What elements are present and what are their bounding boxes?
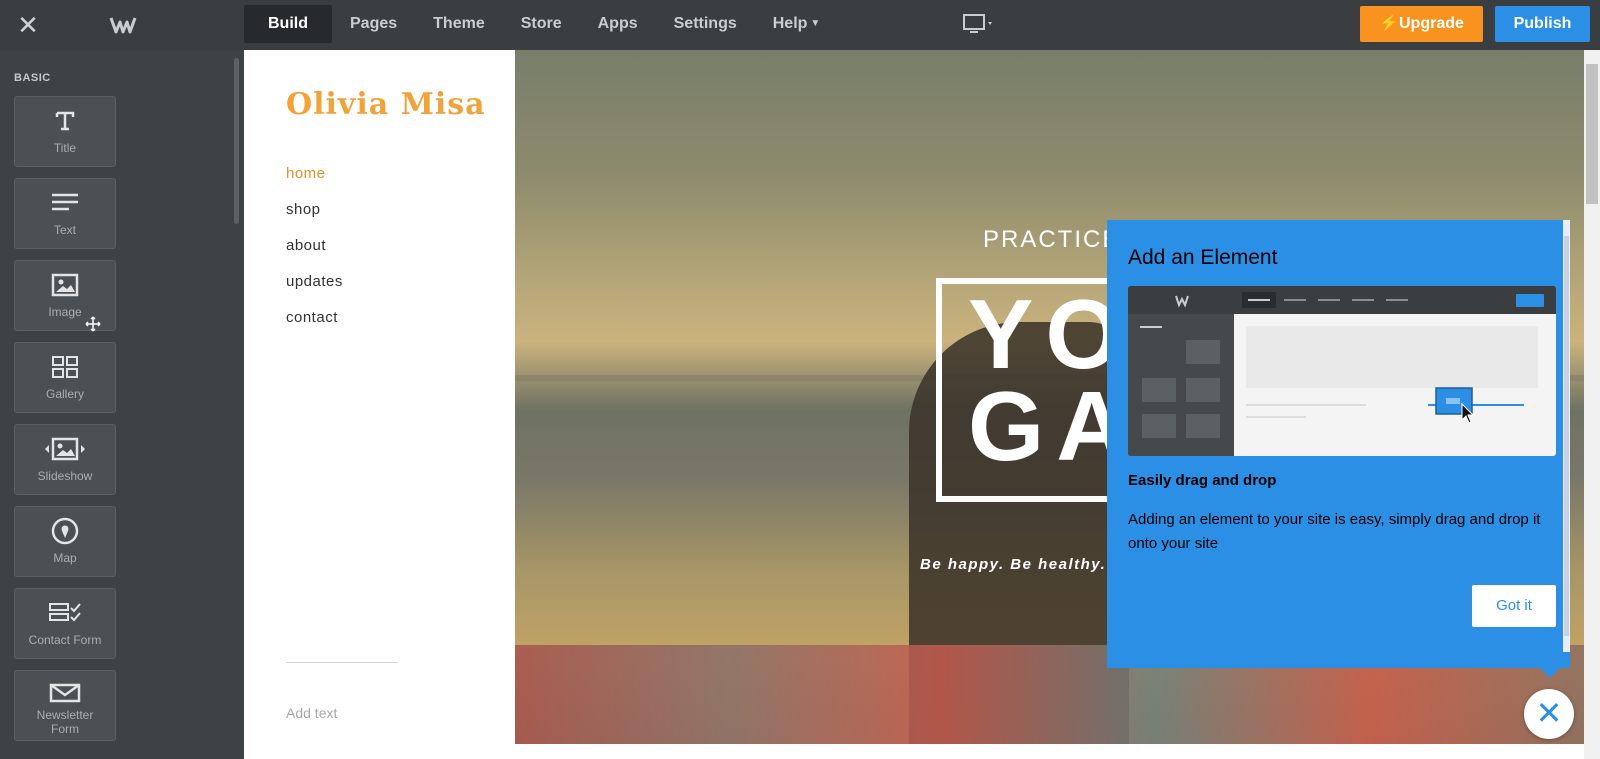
tab-pages[interactable]: Pages [332,5,415,43]
element-text[interactable]: Text [14,178,116,249]
page-scrollbar-thumb[interactable] [1586,64,1598,204]
text-lines-icon [52,193,78,211]
element-label: Map [53,551,77,565]
tab-apps[interactable]: Apps [580,5,656,43]
site-nav-home[interactable]: home [286,165,343,201]
close-popover-icon[interactable]: ✕ [1524,689,1574,739]
element-contact-form[interactable]: Contact Form [14,588,116,659]
main-nav: Build Pages Theme Store Apps Settings He… [244,5,838,43]
element-slideshow[interactable]: Slideshow [14,424,116,495]
element-newsletter-form[interactable]: Newsletter Form [14,670,116,741]
newsletter-envelope-icon [49,683,81,703]
map-pin-icon [51,517,79,545]
drag-drop-preview-svg [1128,286,1556,456]
element-label: Slideshow [37,469,93,483]
site-title[interactable]: Olivia Misa [286,87,486,122]
image-icon [51,273,79,297]
close-icon[interactable]: ✕ [16,12,40,38]
publish-button[interactable]: Publish [1495,6,1590,42]
drag-drop-preview-illustration [1128,286,1556,456]
upgrade-button[interactable]: ⚡Upgrade [1360,6,1483,42]
site-nav-shop[interactable]: shop [286,201,343,237]
desktop-monitor-icon[interactable] [962,12,996,38]
element-gallery[interactable]: Gallery [14,342,116,413]
chevron-down-icon: ▼ [810,18,821,29]
tab-settings[interactable]: Settings [656,5,755,43]
site-nav: home shop about updates contact [286,165,343,345]
popover-arrow [1540,668,1560,678]
element-label: Gallery [45,387,84,401]
tab-store[interactable]: Store [503,5,580,43]
move-cursor-icon [85,316,101,332]
hero-tagline[interactable]: Be happy. Be healthy. [920,556,1106,573]
element-title[interactable]: Title [14,96,116,167]
gallery-grid-icon [52,356,78,378]
weebly-logo [109,17,137,34]
site-nav-contact[interactable]: contact [286,309,343,345]
got-it-button[interactable]: Got it [1472,585,1556,627]
add-text-placeholder[interactable]: Add text [286,705,337,721]
title-icon [55,111,75,131]
elements-sidebar: BASIC Title Text Image Gallery Slideshow… [0,50,244,759]
section-label-basic: BASIC [14,72,51,84]
upgrade-button-label: Upgrade [1399,15,1464,32]
tab-help[interactable]: Help ▼ [755,5,839,43]
tab-help-label: Help [772,15,808,33]
popover-title: Add an Element [1128,246,1278,269]
hero-kicker[interactable]: PRACTICE [983,226,1120,254]
tab-build[interactable]: Build [244,5,332,43]
popover-subtitle: Easily drag and drop [1128,472,1277,489]
contact-form-icon [49,603,81,622]
site-nav-about[interactable]: about [286,237,343,273]
element-label: Title [53,141,77,155]
top-toolbar: ✕ Build Pages Theme Store Apps Settings … [0,0,1600,50]
element-label: Contact Form [28,633,102,647]
sidebar-scrollbar[interactable] [234,58,239,224]
popover-scrollbar-thumb[interactable] [1564,236,1569,636]
page-scrollbar[interactable] [1584,50,1600,759]
element-map[interactable]: Map [14,506,116,577]
element-label: Text [53,223,76,237]
element-label: Newsletter Form [36,708,94,736]
footer-divider [286,662,398,663]
popover-scrollbar[interactable] [1563,220,1570,652]
slideshow-icon [45,437,85,461]
lightning-icon: ⚡ [1379,15,1399,32]
popover-body: Adding an element to your site is easy, … [1128,511,1541,552]
site-nav-updates[interactable]: updates [286,273,343,309]
tab-theme[interactable]: Theme [415,5,503,43]
